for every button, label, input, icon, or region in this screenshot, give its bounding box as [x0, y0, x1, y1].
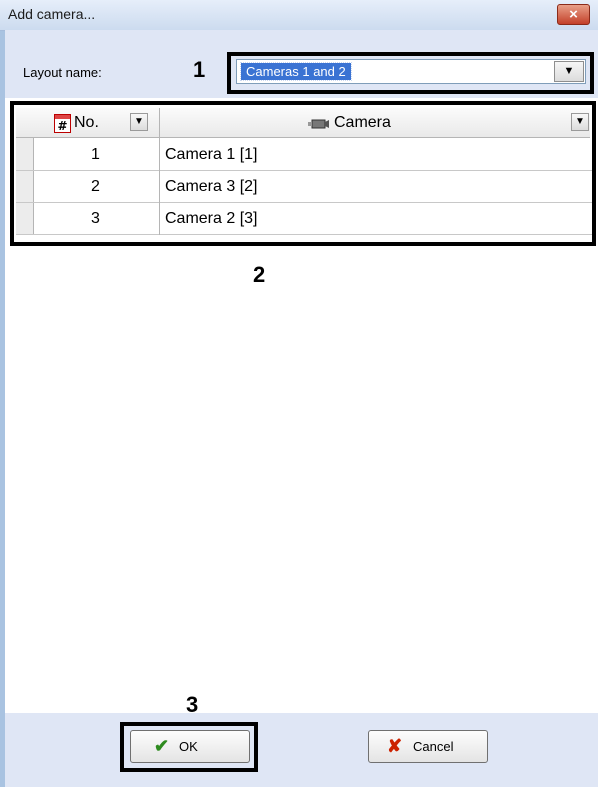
callout-2: 2 [253, 262, 266, 287]
window-title: Add camera... [8, 6, 96, 22]
layout-name-label: Layout name: [23, 65, 102, 80]
callout-2-frame [10, 101, 596, 246]
close-button[interactable]: × [557, 4, 590, 25]
red-x-icon: ✘ [387, 736, 403, 756]
cancel-button-label: Cancel [413, 739, 454, 754]
title-bar[interactable]: Add camera... × [0, 0, 598, 31]
close-icon: × [569, 6, 578, 23]
button-bar [5, 713, 598, 787]
callout-1: 1 [193, 57, 206, 82]
cancel-button[interactable]: ✘ Cancel [368, 730, 488, 763]
layout-dropdown-button[interactable]: ▼ [554, 61, 584, 82]
add-camera-dialog: Add camera... × Layout name: 1 Cameras 1… [0, 0, 598, 787]
layout-name-selected: Cameras 1 and 2 [240, 62, 352, 81]
layout-name-dropdown[interactable]: Cameras 1 and 2 [236, 59, 586, 84]
window-border [0, 0, 5, 787]
callout-3-frame [120, 722, 258, 772]
chevron-down-icon: ▼ [563, 65, 575, 77]
callout-3: 3 [186, 692, 199, 717]
